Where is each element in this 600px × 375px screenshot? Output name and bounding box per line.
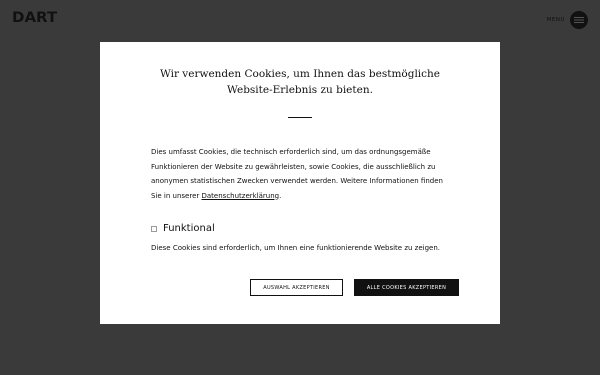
dialog-title: Wir verwenden Cookies, um Ihnen das best…	[159, 68, 441, 96]
description-text: Dies umfasst Cookies, die technisch erfo…	[151, 148, 443, 200]
title-divider	[288, 117, 312, 118]
menu-label[interactable]: MENU	[547, 17, 565, 23]
functional-checkbox[interactable]	[151, 225, 157, 232]
cookie-consent-dialog: Wir verwenden Cookies, um Ihnen das best…	[100, 42, 500, 324]
menu-button[interactable]	[570, 11, 588, 29]
functional-label[interactable]: Funktional	[163, 223, 215, 234]
dart-logo[interactable]: DART	[12, 8, 57, 25]
menu-toggle[interactable]: MENU	[547, 11, 588, 29]
privacy-policy-link[interactable]: Datenschutzerklärung	[202, 192, 280, 200]
description-end: .	[279, 191, 282, 200]
menu-icon	[574, 17, 584, 23]
accept-selection-button[interactable]: AUSWAHL AKZEPTIEREN	[250, 279, 343, 296]
category-functional: Funktional	[151, 223, 215, 234]
accept-all-button[interactable]: ALLE COOKIES AKZEPTIEREN	[354, 279, 459, 296]
dialog-description: Dies umfasst Cookies, die technisch erfo…	[151, 145, 451, 203]
site-header: DART MENU	[0, 0, 600, 40]
functional-description: Diese Cookies sind erforderlich, um Ihne…	[151, 244, 440, 252]
